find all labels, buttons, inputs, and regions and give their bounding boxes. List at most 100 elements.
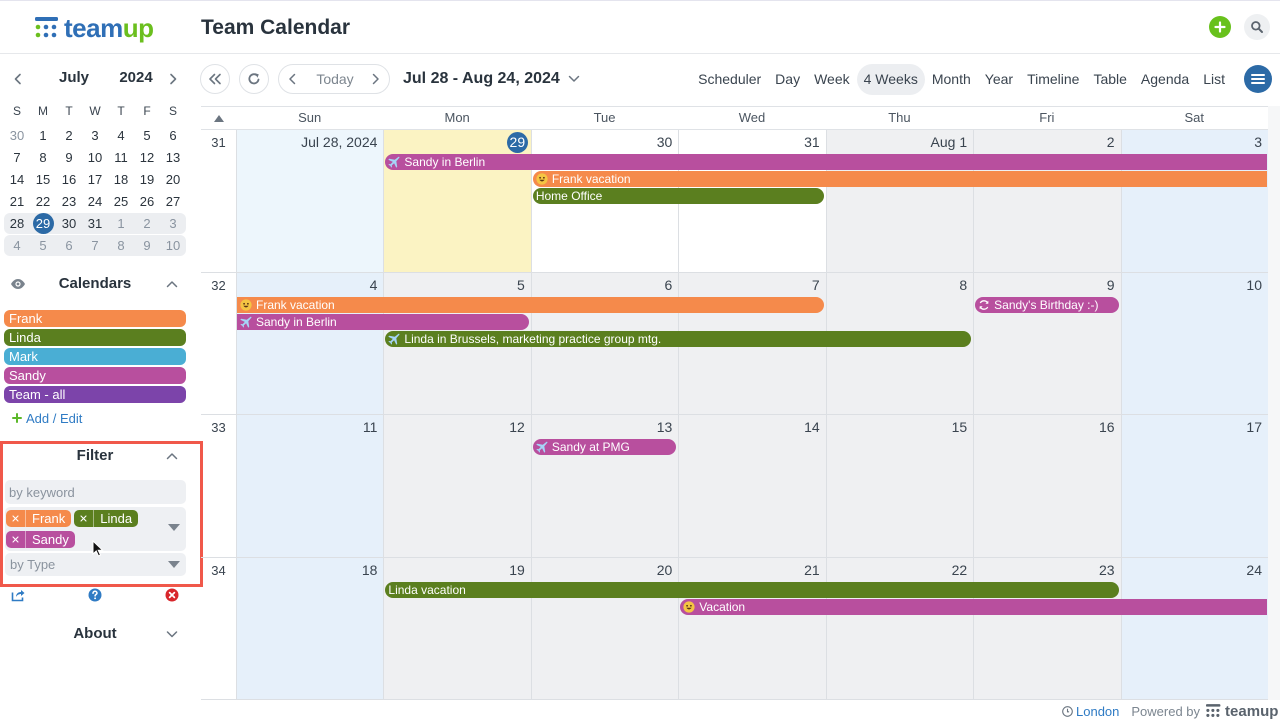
mini-cal-day[interactable]: 10 <box>82 147 108 169</box>
search-button[interactable] <box>1244 14 1270 40</box>
previous-period-button[interactable] <box>287 73 299 85</box>
mini-cal-day[interactable]: 17 <box>82 169 108 191</box>
mini-cal-day[interactable]: 18 <box>108 169 134 191</box>
mini-cal-month[interactable]: July <box>44 69 104 86</box>
mini-cal-day[interactable]: 3 <box>82 125 108 147</box>
collapse-sidebar-button[interactable] <box>200 64 230 94</box>
day-cell[interactable]: 15 <box>825 415 974 557</box>
help-button[interactable] <box>88 588 102 602</box>
next-period-button[interactable] <box>369 73 381 85</box>
mini-cal-day[interactable]: 13 <box>160 147 186 169</box>
event-linda-vacation[interactable]: Linda vacation <box>385 581 1119 598</box>
day-cell[interactable]: Jul 28, 2024 <box>236 130 384 272</box>
view-tab-week[interactable]: Week <box>807 64 857 95</box>
mini-cal-day[interactable]: 4 <box>108 125 134 147</box>
view-tab-month[interactable]: Month <box>925 64 978 95</box>
view-tab-list[interactable]: List <box>1196 64 1232 95</box>
day-cell[interactable]: 12 <box>383 415 531 557</box>
event-vacation[interactable]: Vacation <box>680 598 1267 615</box>
mini-cal-day[interactable]: 2 <box>56 125 82 147</box>
day-cell[interactable]: 16 <box>973 415 1121 557</box>
mini-cal-day[interactable]: 21 <box>4 191 30 213</box>
mini-cal-day[interactable]: 14 <box>4 169 30 191</box>
main-menu-button[interactable] <box>1244 65 1272 93</box>
view-tab-4-weeks[interactable]: 4 Weeks <box>856 64 925 95</box>
footer-teamup-logo[interactable]: teamup <box>1206 703 1278 720</box>
dropdown-arrow-icon[interactable] <box>168 524 180 531</box>
remove-tag-button[interactable] <box>74 510 95 527</box>
today-button[interactable]: Today <box>307 71 363 87</box>
mini-cal-day[interactable]: 4 <box>4 235 30 256</box>
mini-cal-day[interactable]: 9 <box>134 235 160 256</box>
day-cell[interactable]: 3 <box>1120 130 1268 272</box>
mini-cal-day[interactable]: 12 <box>134 147 160 169</box>
day-cell[interactable]: 13 <box>530 415 679 557</box>
date-range-picker[interactable]: Jul 28 - Aug 24, 2024 <box>403 69 580 89</box>
refresh-button[interactable] <box>239 64 269 94</box>
calendar-item-mark[interactable]: Mark <box>4 348 186 365</box>
day-cell[interactable]: 17 <box>1120 415 1268 557</box>
day-cell[interactable]: 18 <box>236 557 384 699</box>
add-event-button[interactable] <box>1209 16 1231 38</box>
mini-cal-day[interactable]: 5 <box>134 125 160 147</box>
day-cell[interactable]: 22 <box>825 557 974 699</box>
mini-cal-prev-button[interactable] <box>11 72 25 86</box>
add-edit-calendars-link[interactable]: Add / Edit <box>12 410 82 426</box>
mini-cal-day[interactable]: 19 <box>134 169 160 191</box>
day-cell[interactable]: 24 <box>1120 557 1268 699</box>
keyword-filter-input[interactable] <box>5 480 186 504</box>
view-tab-agenda[interactable]: Agenda <box>1134 64 1196 95</box>
mini-cal-day[interactable]: 1 <box>30 125 56 147</box>
mini-cal-day[interactable]: 15 <box>30 169 56 191</box>
event-sandy-in-berlin[interactable]: Sandy in Berlin <box>237 313 529 330</box>
day-cell[interactable]: 4 <box>236 272 384 414</box>
clear-filter-button[interactable] <box>165 588 179 602</box>
calendar-item-team-all[interactable]: Team - all <box>4 386 186 403</box>
day-cell[interactable]: 20 <box>530 557 679 699</box>
day-cell[interactable]: 11 <box>236 415 384 557</box>
mini-cal-day[interactable]: 8 <box>108 235 134 256</box>
mini-cal-day[interactable]: 22 <box>30 191 56 213</box>
calendar-item-sandy[interactable]: Sandy <box>4 367 186 384</box>
calendar-item-linda[interactable]: Linda <box>4 329 186 346</box>
share-button[interactable] <box>11 588 25 602</box>
teamup-logo[interactable]: teamup <box>35 14 154 42</box>
mini-cal-next-button[interactable] <box>166 72 180 86</box>
mini-cal-day[interactable]: 3 <box>160 213 186 234</box>
day-cell[interactable]: 21 <box>678 557 826 699</box>
dropdown-arrow-icon[interactable] <box>168 561 180 568</box>
collapse-filter-button[interactable] <box>165 449 179 463</box>
day-cell-today[interactable]: 29 <box>383 130 531 272</box>
event-home-office[interactable]: Home Office <box>532 188 824 204</box>
view-tab-timeline[interactable]: Timeline <box>1020 64 1086 95</box>
mini-cal-day[interactable]: 11 <box>108 147 134 169</box>
mini-cal-day[interactable]: 9 <box>56 147 82 169</box>
mini-cal-day[interactable]: 10 <box>160 235 186 256</box>
week-number[interactable]: 32 <box>201 273 236 415</box>
day-cell[interactable]: 23 <box>973 557 1121 699</box>
mini-cal-day[interactable]: 6 <box>56 235 82 256</box>
grid-scrollbar[interactable] <box>1268 106 1280 700</box>
remove-tag-button[interactable] <box>6 510 26 527</box>
view-tab-year[interactable]: Year <box>978 64 1020 95</box>
timezone-link[interactable]: London <box>1062 704 1119 719</box>
event-sandy-in-berlin[interactable]: Sandy in Berlin <box>385 154 1267 170</box>
view-tab-table[interactable]: Table <box>1086 64 1133 95</box>
event-sandy-s-birthday[interactable]: Sandy's Birthday :-) <box>975 296 1119 313</box>
mini-cal-day[interactable]: 23 <box>56 191 82 213</box>
calendar-item-frank[interactable]: Frank <box>4 310 186 327</box>
view-tab-day[interactable]: Day <box>768 64 807 95</box>
day-cell[interactable]: 10 <box>1120 272 1268 414</box>
mini-cal-day[interactable]: 6 <box>160 125 186 147</box>
mini-cal-day[interactable]: 2 <box>134 213 160 234</box>
mini-cal-day[interactable]: 27 <box>160 191 186 213</box>
event-frank-vacation[interactable]: Frank vacation <box>532 171 1267 187</box>
mini-cal-day[interactable]: 24 <box>82 191 108 213</box>
event-linda-in-brussels-marketing-practice-group-mtg[interactable]: Linda in Brussels, marketing practice gr… <box>385 330 972 347</box>
scroll-up-button[interactable] <box>201 107 236 129</box>
mini-cal-day[interactable]: 7 <box>82 235 108 256</box>
expand-about-button[interactable] <box>165 627 179 641</box>
mini-cal-day[interactable]: 30 <box>56 213 82 234</box>
week-number[interactable]: 34 <box>201 558 236 700</box>
day-cell[interactable]: 2 <box>973 130 1121 272</box>
